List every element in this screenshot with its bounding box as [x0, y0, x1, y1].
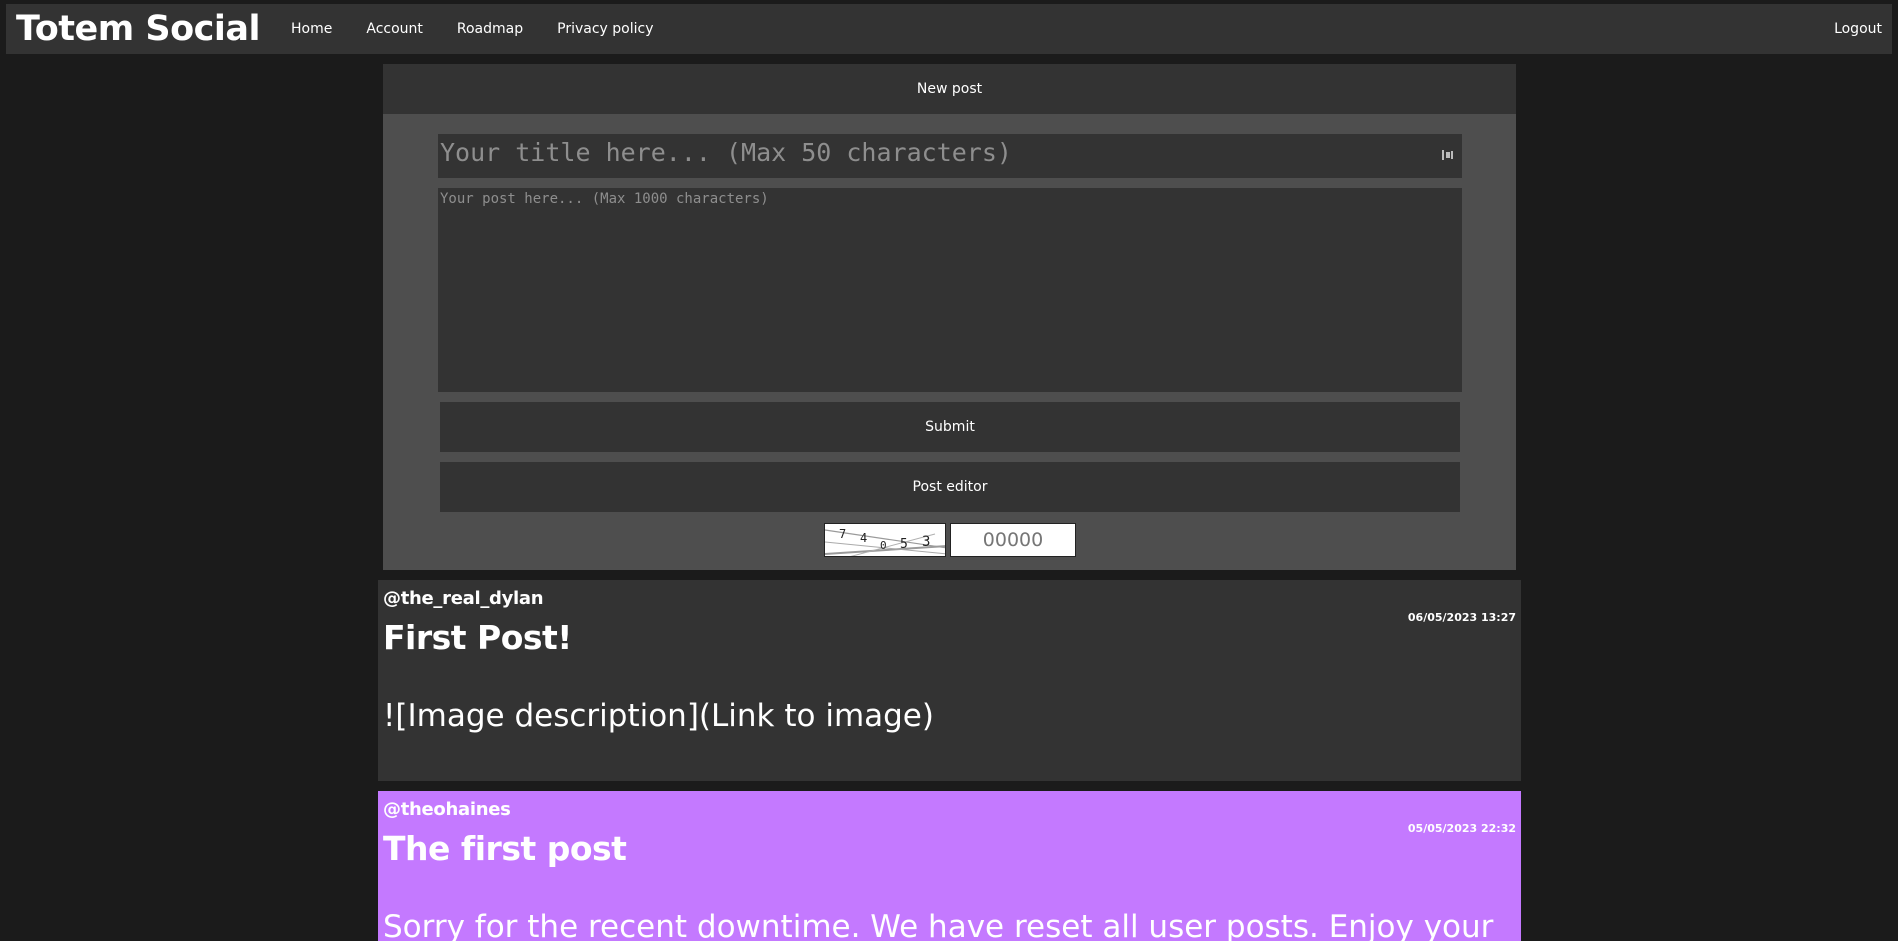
nav-home-link[interactable]: Home [274, 21, 349, 37]
captcha-digit: 7 [839, 527, 846, 541]
captcha-graphic: 7 4 0 5 3 [825, 527, 945, 556]
captcha-digit: 5 [900, 537, 908, 552]
nav-roadmap-link[interactable]: Roadmap [440, 21, 540, 37]
site-brand[interactable]: Totem Social [6, 9, 274, 49]
captcha-digit: 4 [860, 531, 867, 545]
post-title-input[interactable] [438, 134, 1462, 178]
post-timestamp: 06/05/2023 13:27 [1407, 611, 1516, 624]
post-title: First Post! [383, 618, 572, 657]
post-author[interactable]: @the_real_dylan [383, 588, 544, 609]
post-body: Sorry for the recent downtime. We have r… [383, 909, 1494, 941]
submit-button[interactable]: Submit [440, 402, 1460, 452]
captcha-digit: 0 [880, 539, 887, 552]
post-body: ![Image description](Link to image) [383, 698, 934, 734]
captcha-input[interactable] [950, 523, 1076, 557]
new-post-panel: New post Submit Post editor 7 4 0 5 3 [383, 64, 1516, 570]
captcha-image: 7 4 0 5 3 [824, 523, 946, 557]
post-body-textarea[interactable] [438, 188, 1462, 392]
captcha-digit: 3 [922, 534, 930, 550]
post-title: The first post [383, 829, 627, 868]
nav-privacy-policy-link[interactable]: Privacy policy [540, 21, 670, 37]
post-author[interactable]: @theohaines [383, 799, 511, 820]
post-timestamp: 05/05/2023 22:32 [1407, 822, 1516, 835]
nav-account-link[interactable]: Account [349, 21, 440, 37]
post-editor-button[interactable]: Post editor [440, 462, 1460, 512]
title-input-wrapper [438, 134, 1462, 178]
post-card[interactable]: @theohaines 05/05/2023 22:32 The first p… [378, 791, 1521, 941]
top-navbar: Totem Social Home Account Roadmap Privac… [6, 4, 1892, 54]
logout-link[interactable]: Logout [1817, 21, 1892, 37]
new-post-header[interactable]: New post [383, 64, 1516, 114]
password-manager-icon[interactable] [1441, 148, 1455, 162]
post-card[interactable]: @the_real_dylan 06/05/2023 13:27 First P… [378, 580, 1521, 781]
